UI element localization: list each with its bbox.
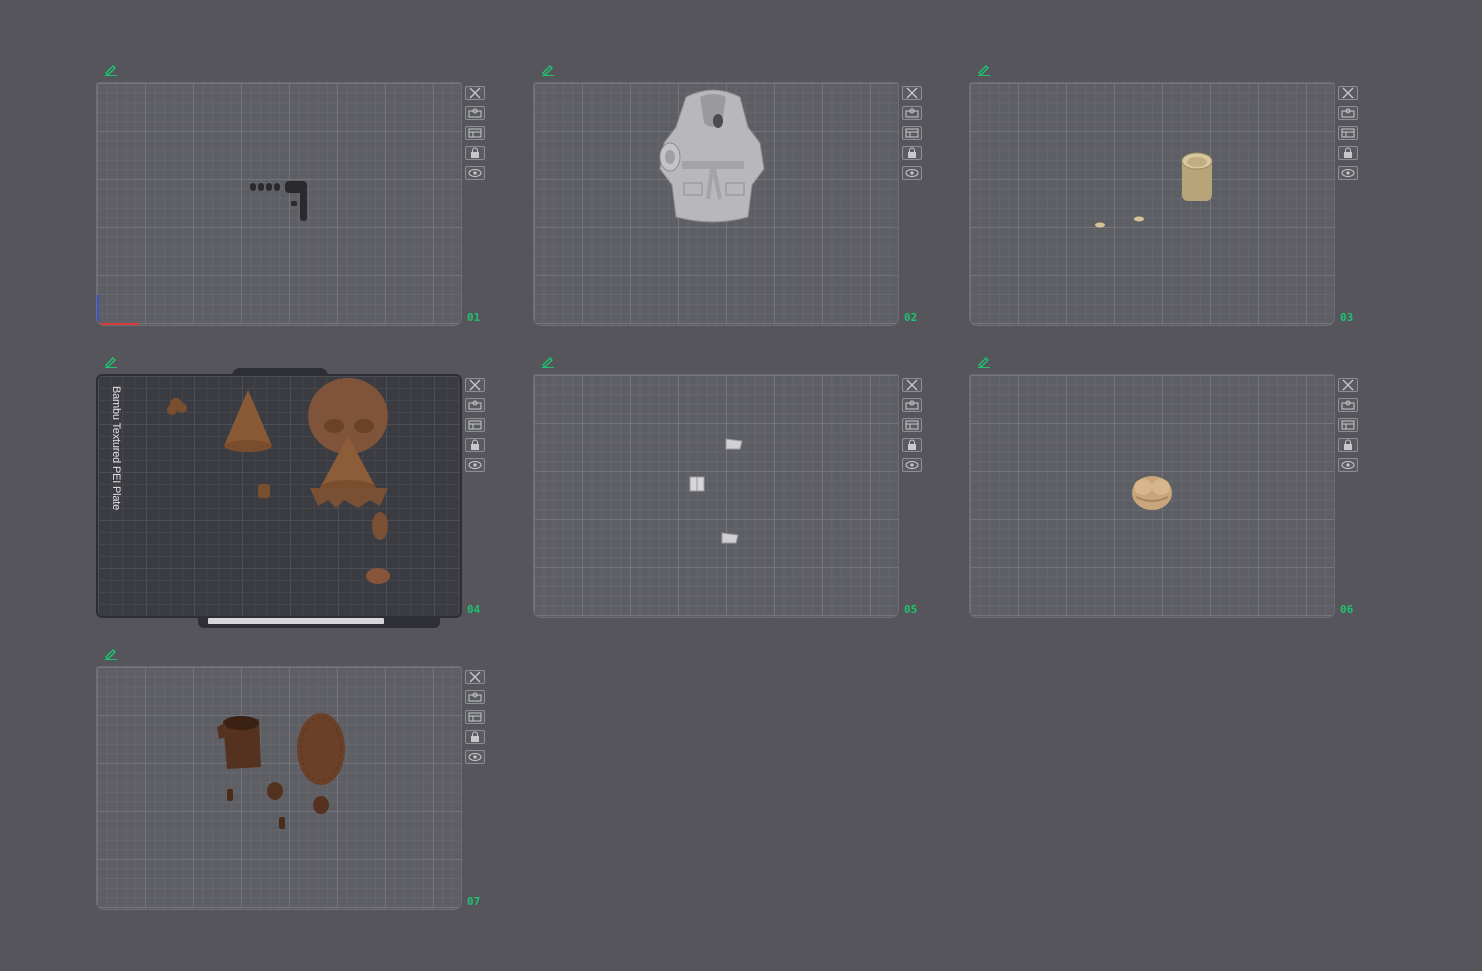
plate-07: 07: [96, 648, 496, 910]
close-icon[interactable]: [465, 378, 485, 392]
plate-02: 02: [533, 64, 933, 326]
eye-icon[interactable]: [465, 166, 485, 180]
y-axis-indicator: [97, 295, 99, 325]
orient-icon[interactable]: [902, 418, 922, 432]
close-icon[interactable]: [465, 86, 485, 100]
lock-icon[interactable]: [902, 438, 922, 452]
lock-icon[interactable]: [465, 730, 485, 744]
plate-toolbar: [902, 378, 924, 478]
edit-plate-name-icon[interactable]: [104, 648, 118, 660]
model-object[interactable]: [158, 376, 408, 592]
plate-03: 03: [969, 64, 1369, 326]
plate-number: 01: [467, 311, 481, 324]
model-object[interactable]: [213, 711, 353, 831]
lock-icon[interactable]: [465, 146, 485, 160]
build-plate-04[interactable]: Bambu Textured PEI Plate: [96, 374, 462, 618]
orient-icon[interactable]: [902, 126, 922, 140]
build-plate-06[interactable]: [969, 374, 1335, 618]
build-plate-07[interactable]: [96, 666, 462, 910]
edit-plate-name-icon[interactable]: [541, 356, 555, 368]
edit-plate-name-icon[interactable]: [977, 64, 991, 76]
plate-number: 03: [1340, 311, 1354, 324]
edit-plate-name-icon[interactable]: [541, 64, 555, 76]
close-icon[interactable]: [465, 670, 485, 684]
x-axis-indicator: [97, 323, 139, 325]
plate-number: 05: [904, 603, 918, 616]
plate-05: 05: [533, 356, 933, 618]
build-plate-05[interactable]: [533, 374, 899, 618]
arrange-icon[interactable]: [902, 106, 922, 120]
eye-icon[interactable]: [1338, 166, 1358, 180]
plate-toolbar: [1338, 86, 1360, 186]
plate-number: 04: [467, 603, 481, 616]
lock-icon[interactable]: [1338, 146, 1358, 160]
lock-icon[interactable]: [1338, 438, 1358, 452]
build-plate-03[interactable]: [969, 82, 1335, 326]
close-icon[interactable]: [902, 86, 922, 100]
model-object[interactable]: [684, 433, 754, 549]
close-icon[interactable]: [902, 378, 922, 392]
plate-toolbar: [902, 86, 924, 186]
build-plate-02[interactable]: [533, 82, 899, 326]
plate-toolbar: [1338, 378, 1360, 478]
arrange-icon[interactable]: [902, 398, 922, 412]
arrange-icon[interactable]: [1338, 106, 1358, 120]
model-object[interactable]: [1130, 471, 1174, 511]
edit-plate-name-icon[interactable]: [977, 356, 991, 368]
plate-toolbar: [465, 670, 487, 770]
model-object[interactable]: [247, 175, 317, 227]
close-icon[interactable]: [1338, 378, 1358, 392]
plate-number: 06: [1340, 603, 1354, 616]
model-object[interactable]: [656, 87, 770, 227]
plate-number: 07: [467, 895, 481, 908]
eye-icon[interactable]: [1338, 458, 1358, 472]
arrange-icon[interactable]: [465, 398, 485, 412]
plate-bottom-tab: [198, 616, 440, 628]
edit-plate-name-icon[interactable]: [104, 64, 118, 76]
orient-icon[interactable]: [465, 710, 485, 724]
lock-icon[interactable]: [902, 146, 922, 160]
orient-icon[interactable]: [1338, 126, 1358, 140]
arrange-icon[interactable]: [1338, 398, 1358, 412]
edit-plate-name-icon[interactable]: [104, 356, 118, 368]
plate-04: Bambu Textured PEI Plate 04: [96, 356, 496, 628]
orient-icon[interactable]: [465, 418, 485, 432]
lock-icon[interactable]: [465, 438, 485, 452]
eye-icon[interactable]: [902, 458, 922, 472]
plate-type-label: Bambu Textured PEI Plate: [110, 386, 122, 511]
build-plate-01[interactable]: [96, 82, 462, 326]
eye-icon[interactable]: [465, 458, 485, 472]
orient-icon[interactable]: [465, 126, 485, 140]
plate-toolbar: [465, 378, 487, 478]
eye-icon[interactable]: [902, 166, 922, 180]
plate-01: 01: [96, 64, 496, 326]
arrange-icon[interactable]: [465, 106, 485, 120]
plate-06: 06: [969, 356, 1369, 618]
model-object[interactable]: [1090, 151, 1220, 231]
arrange-icon[interactable]: [465, 690, 485, 704]
plate-number: 02: [904, 311, 918, 324]
plate-toolbar: [465, 86, 487, 186]
close-icon[interactable]: [1338, 86, 1358, 100]
eye-icon[interactable]: [465, 750, 485, 764]
orient-icon[interactable]: [1338, 418, 1358, 432]
